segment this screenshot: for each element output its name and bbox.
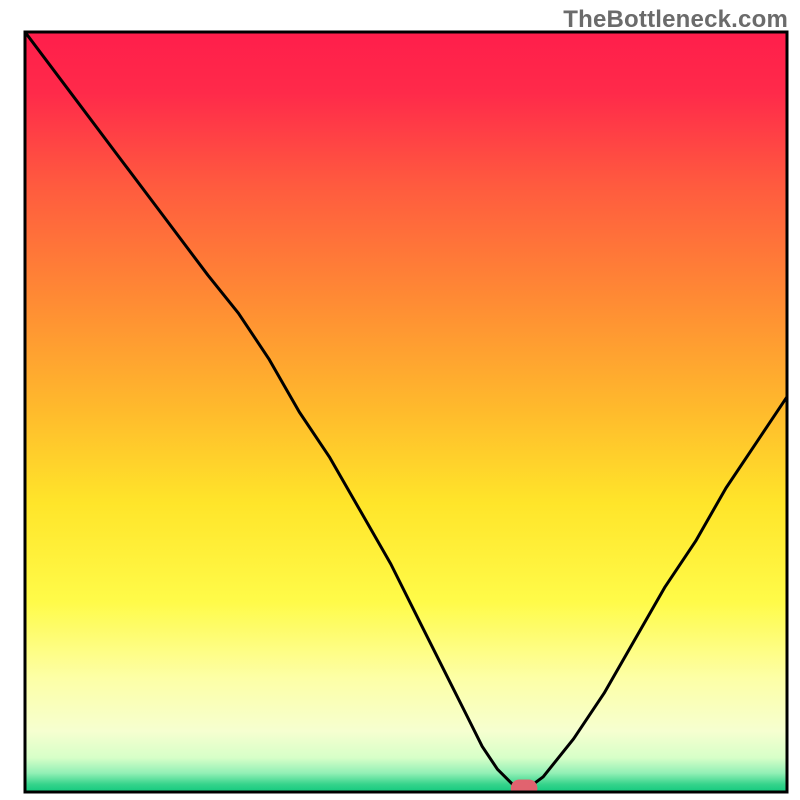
chart-svg bbox=[0, 0, 800, 800]
watermark-label: TheBottleneck.com bbox=[563, 6, 788, 34]
optimum-marker bbox=[511, 779, 538, 796]
gradient-background bbox=[25, 32, 787, 792]
bottleneck-gradient-chart: TheBottleneck.com bbox=[0, 0, 800, 800]
